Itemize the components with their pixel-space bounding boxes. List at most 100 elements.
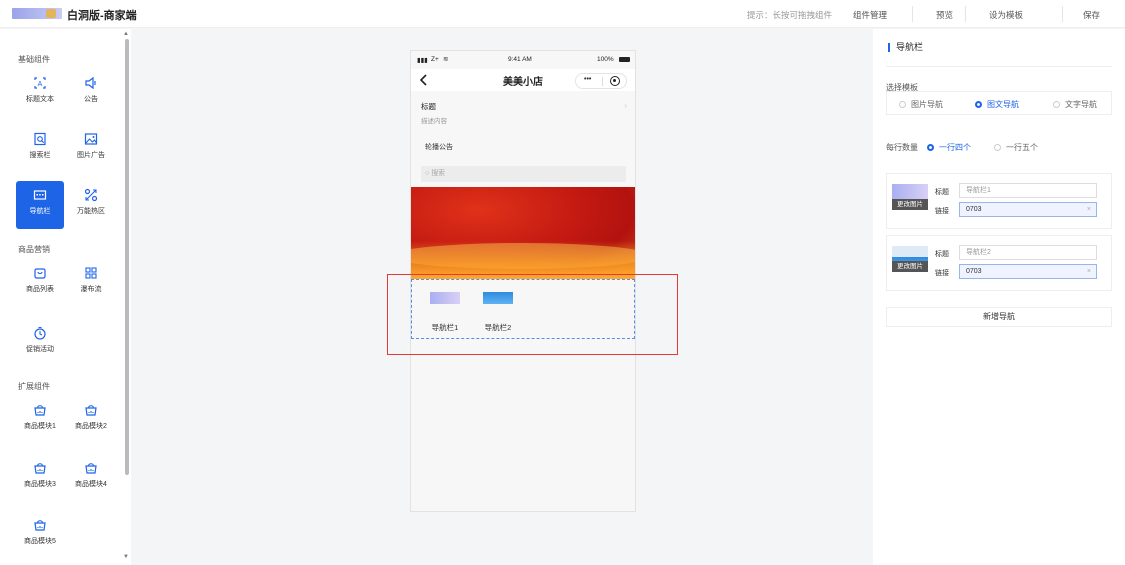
scroll-up-icon[interactable]: ▲ bbox=[123, 31, 129, 37]
component-label: 商品模块1 bbox=[24, 423, 56, 430]
drag-hint: 提示：长按可拖拽组件 bbox=[747, 10, 833, 20]
clear-icon[interactable]: × bbox=[1087, 203, 1091, 216]
title-text-block[interactable]: 标题 描述内容 › bbox=[411, 95, 635, 129]
component-hotspot[interactable]: 万能热区 bbox=[67, 181, 115, 229]
per-row-five[interactable]: 一行五个 bbox=[994, 142, 1038, 153]
divider bbox=[965, 6, 966, 22]
component-label: 图片广告 bbox=[77, 152, 105, 159]
save-button[interactable]: 保存 bbox=[1083, 9, 1100, 21]
component-module-1[interactable]: 商品模块1 bbox=[16, 396, 64, 444]
component-product-list[interactable]: 商品列表 bbox=[16, 259, 64, 307]
radio-icon bbox=[994, 144, 1001, 151]
clock: 9:41 AM bbox=[508, 56, 532, 63]
timer-icon bbox=[34, 326, 46, 340]
basket-icon bbox=[34, 463, 46, 474]
title-field-label: 标题 bbox=[935, 189, 949, 196]
panel-title: 导航栏 bbox=[888, 43, 923, 52]
component-manage-button[interactable]: 组件管理 bbox=[853, 9, 887, 21]
signal-icon: ▮▮▮ bbox=[417, 57, 428, 64]
link-field-label: 链接 bbox=[935, 208, 949, 215]
banner-image[interactable] bbox=[411, 187, 635, 279]
section-title-extend: 扩展组件 bbox=[18, 382, 50, 391]
radio-icon bbox=[899, 101, 906, 108]
change-image-button[interactable]: 更改图片 bbox=[892, 199, 928, 210]
component-sidebar: 基础组件 A 标题文本 公告 搜索栏 图片广告 导航栏 万能热区 商品营销 商品… bbox=[0, 29, 131, 565]
block-title: 标题 bbox=[421, 102, 436, 111]
component-title-text[interactable]: A 标题文本 bbox=[16, 69, 64, 117]
divider bbox=[886, 66, 1112, 67]
carrier-label: Z+ bbox=[431, 56, 439, 63]
template-option-image[interactable]: 图片导航 bbox=[899, 99, 943, 110]
capsule-menu[interactable]: ••• bbox=[575, 73, 627, 89]
component-label: 万能热区 bbox=[77, 208, 105, 215]
section-title-marketing: 商品营销 bbox=[18, 245, 50, 254]
basket-icon bbox=[85, 405, 97, 416]
section-title-basic: 基础组件 bbox=[18, 55, 50, 64]
component-module-3[interactable]: 商品模块3 bbox=[16, 454, 64, 502]
add-nav-button[interactable]: 新增导航 bbox=[886, 307, 1112, 327]
component-nav-bar[interactable]: 导航栏 bbox=[16, 181, 64, 229]
component-module-4[interactable]: 商品模块4 bbox=[67, 454, 115, 502]
grid-icon bbox=[85, 267, 97, 279]
image-icon bbox=[84, 133, 98, 145]
link-input[interactable]: 0703 × bbox=[959, 264, 1097, 279]
preview-button[interactable]: 预览 bbox=[936, 9, 953, 21]
link-input[interactable]: 0703 × bbox=[959, 202, 1097, 217]
close-target-icon[interactable] bbox=[610, 76, 620, 86]
template-option-text[interactable]: 文字导航 bbox=[1053, 99, 1097, 110]
battery-icon bbox=[619, 57, 630, 62]
wifi-icon: ≋ bbox=[443, 56, 449, 63]
app-title: 白洞版-商家端 bbox=[67, 10, 137, 22]
radio-checked-icon bbox=[927, 144, 934, 151]
search-block[interactable]: ○ 搜索 bbox=[421, 166, 626, 182]
notice-block[interactable]: 轮播公告 bbox=[411, 137, 635, 157]
radio-checked-icon bbox=[975, 101, 982, 108]
basket-icon bbox=[34, 520, 46, 531]
divider bbox=[912, 6, 913, 22]
nav-bar-icon bbox=[33, 190, 47, 200]
component-label: 促销活动 bbox=[26, 346, 54, 353]
component-image-ad[interactable]: 图片广告 bbox=[67, 125, 115, 173]
sidebar-scrollbar[interactable] bbox=[125, 39, 129, 475]
set-template-button[interactable]: 设为模板 bbox=[989, 9, 1023, 21]
component-label: 商品列表 bbox=[26, 286, 54, 293]
change-image-button[interactable]: 更改图片 bbox=[892, 261, 928, 272]
component-label: 商品模块4 bbox=[75, 481, 107, 488]
component-label: 瀑布流 bbox=[80, 286, 102, 293]
mini-program-navbar: 美美小店 ••• bbox=[411, 69, 635, 91]
highlight-box-preview bbox=[387, 274, 678, 355]
clear-icon[interactable]: × bbox=[1087, 265, 1091, 278]
title-field-label: 标题 bbox=[935, 251, 949, 258]
notice-text: 轮播公告 bbox=[425, 144, 453, 151]
status-bar: ▮▮▮ Z+ ≋ 9:41 AM 100% bbox=[411, 51, 635, 69]
scroll-down-icon[interactable]: ▼ bbox=[123, 554, 129, 560]
title-input[interactable]: 导航栏2 bbox=[959, 245, 1097, 260]
search-icon: ○ bbox=[425, 170, 430, 177]
component-label: 标题文本 bbox=[26, 96, 54, 103]
divider bbox=[602, 77, 603, 86]
component-label: 商品模块5 bbox=[24, 538, 56, 545]
nav-entry-card-2: 更改图片 标题 导航栏2 链接 0703 × bbox=[886, 235, 1112, 291]
more-icon[interactable]: ••• bbox=[584, 76, 591, 83]
component-module-2[interactable]: 商品模块2 bbox=[67, 396, 115, 444]
per-row-label: 每行数量 bbox=[886, 143, 918, 152]
title-input[interactable]: 导航栏1 bbox=[959, 183, 1097, 198]
component-label: 导航栏 bbox=[29, 208, 51, 215]
component-notice[interactable]: 公告 bbox=[67, 69, 115, 117]
per-row-four[interactable]: 一行四个 bbox=[927, 142, 971, 153]
nav-entry-card-1: 更改图片 标题 导航栏1 链接 0703 × bbox=[886, 173, 1112, 229]
component-label: 商品模块3 bbox=[24, 481, 56, 488]
component-label: 商品模块2 bbox=[75, 423, 107, 430]
template-option-image-text[interactable]: 图文导航 bbox=[975, 99, 1019, 110]
divider bbox=[1062, 6, 1063, 22]
settings-panel: 导航栏 选择模板 图片导航 图文导航 文字导航 每行数量 一行四个 一行五个 更… bbox=[873, 29, 1125, 565]
component-search-bar[interactable]: 搜索栏 bbox=[16, 125, 64, 173]
component-waterfall[interactable]: 瀑布流 bbox=[67, 259, 115, 307]
chevron-right-icon: › bbox=[624, 101, 627, 110]
component-promotion[interactable]: 促销活动 bbox=[16, 319, 64, 367]
component-module-5[interactable]: 商品模块5 bbox=[16, 511, 64, 559]
component-label: 搜索栏 bbox=[29, 152, 51, 159]
speaker-icon bbox=[85, 76, 96, 90]
hotspot-icon bbox=[84, 188, 98, 202]
top-bar: 白洞版-商家端 提示：长按可拖拽组件 组件管理 预览 设为模板 保存 bbox=[0, 0, 1125, 28]
